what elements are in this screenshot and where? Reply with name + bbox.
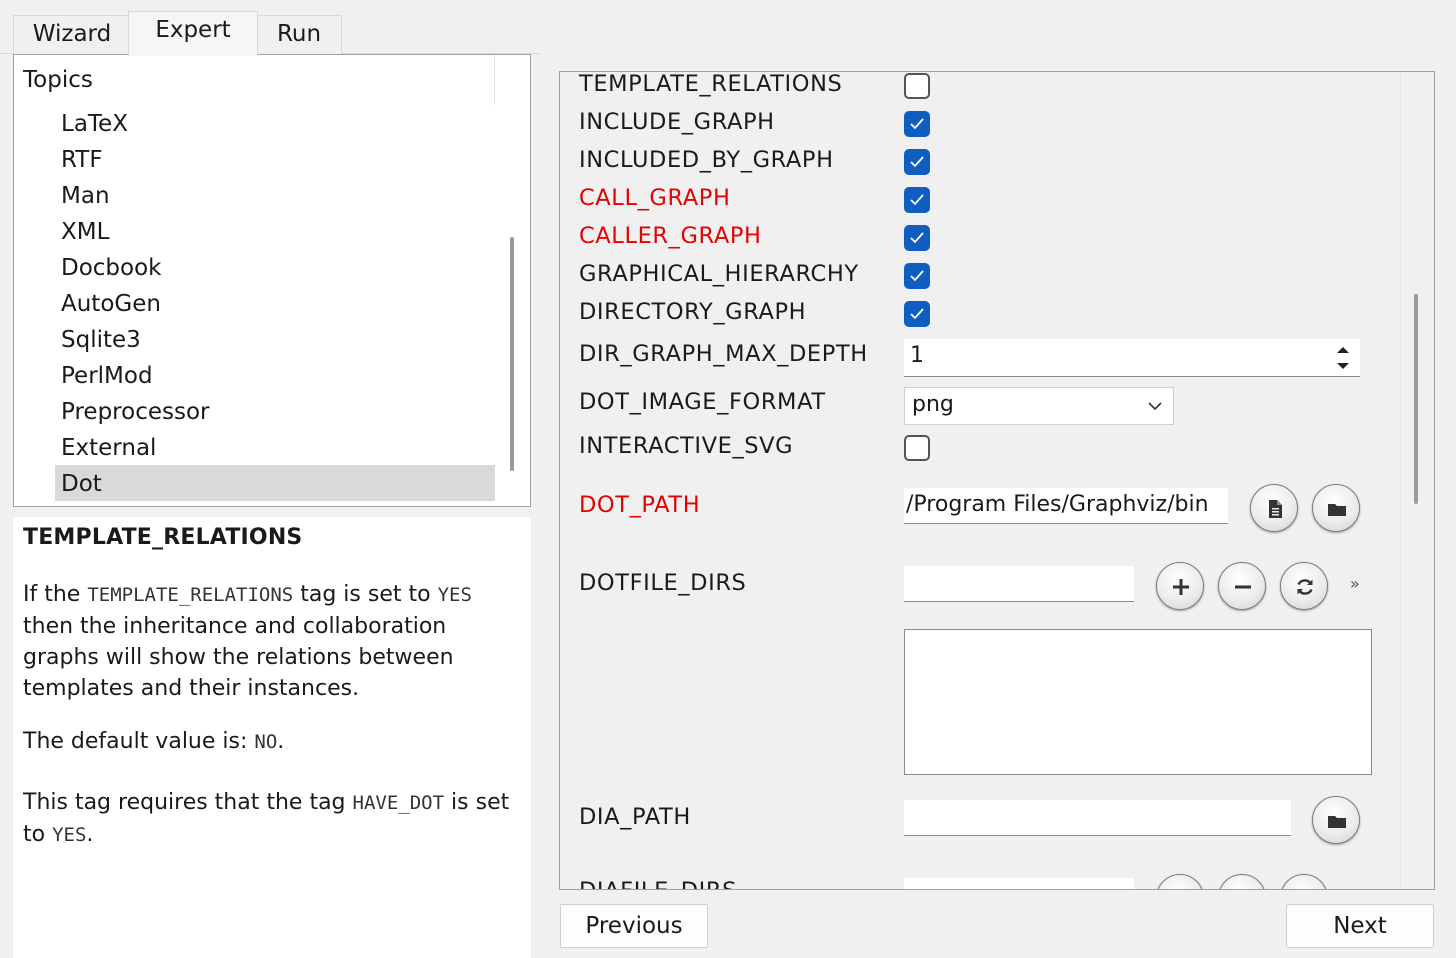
input-diafile-dirs[interactable]: [904, 878, 1134, 889]
topic-item-latex[interactable]: LaTeX: [61, 106, 128, 142]
spinbox-dir-graph-max-depth[interactable]: 1: [904, 339, 1360, 377]
plus-icon: [1173, 579, 1189, 595]
topic-item-preprocessor[interactable]: Preprocessor: [61, 394, 209, 430]
label-diafile-dirs: DIAFILE_DIRS: [579, 878, 737, 889]
code-yes-2: YES: [52, 824, 87, 846]
check-icon: [910, 194, 924, 206]
diafile-refresh-button[interactable]: [1280, 874, 1328, 889]
tab-wizard[interactable]: Wizard: [13, 15, 131, 55]
tab-expert[interactable]: Expert: [128, 11, 258, 56]
spin-arrows-icon[interactable]: [1328, 342, 1358, 374]
checkbox-caller-graph[interactable]: [904, 225, 930, 251]
tab-wizard-label: Wizard: [32, 21, 112, 47]
minus-icon: [1235, 585, 1251, 589]
code-template-relations: TEMPLATE_RELATIONS: [87, 584, 294, 606]
checkbox-include-graph[interactable]: [904, 111, 930, 137]
label-caller-graph: CALLER_GRAPH: [579, 223, 762, 249]
file-browse-button[interactable]: [1250, 484, 1298, 532]
dia-folder-browse-button[interactable]: [1312, 796, 1360, 844]
refresh-icon: [1297, 579, 1313, 595]
topic-item-docbook[interactable]: Docbook: [61, 250, 162, 286]
check-icon: [910, 232, 924, 244]
dropdown-dot-image-format[interactable]: png: [904, 387, 1174, 425]
more-indicator[interactable]: »: [1350, 574, 1360, 593]
checkbox-call-graph[interactable]: [904, 187, 930, 213]
folder-icon: [1328, 504, 1346, 516]
dropdown-value: png: [912, 392, 954, 417]
help-paragraph-2: The default value is: NO.: [23, 729, 285, 754]
tree-scrollbar[interactable]: [510, 237, 514, 471]
label-directory-graph: DIRECTORY_GRAPH: [579, 299, 807, 325]
chevron-down-icon: [1148, 402, 1162, 411]
topic-item-autogen[interactable]: AutoGen: [61, 286, 161, 322]
help-pane: TEMPLATE_RELATIONS If the TEMPLATE_RELAT…: [13, 517, 531, 958]
topic-item-perlmod[interactable]: PerlMod: [61, 358, 153, 394]
previous-button[interactable]: Previous: [560, 904, 708, 948]
topics-tree[interactable]: Topics LaTeX RTF Man XML Docbook AutoGen…: [13, 54, 531, 507]
diafile-remove-button[interactable]: [1218, 874, 1266, 889]
code-yes: YES: [437, 584, 472, 606]
checkbox-template-relations[interactable]: [904, 73, 930, 99]
label-included-by-graph: INCLUDED_BY_GRAPH: [579, 147, 834, 173]
checkbox-graphical-hierarchy[interactable]: [904, 263, 930, 289]
code-no: NO: [254, 731, 278, 753]
settings-scrollbar-thumb[interactable]: [1414, 294, 1418, 504]
help-paragraph-1: If the TEMPLATE_RELATIONS tag is set to …: [23, 582, 472, 701]
next-button-label: Next: [1333, 913, 1387, 939]
topic-item-sqlite3[interactable]: Sqlite3: [61, 322, 141, 358]
help-title: TEMPLATE_RELATIONS: [23, 525, 303, 550]
file-icon: [1269, 500, 1282, 518]
checkbox-interactive-svg[interactable]: [904, 435, 930, 461]
settings-panel: TEMPLATE_RELATIONS INCLUDE_GRAPH INCLUDE…: [559, 71, 1435, 890]
topic-item-xml[interactable]: XML: [61, 214, 109, 250]
checkbox-included-by-graph[interactable]: [904, 149, 930, 175]
label-dotfile-dirs: DOTFILE_DIRS: [579, 570, 747, 596]
check-icon: [910, 118, 924, 130]
topic-item-man[interactable]: Man: [61, 178, 110, 214]
code-have-dot: HAVE_DOT: [352, 792, 445, 814]
topic-item-external[interactable]: External: [61, 430, 156, 466]
tab-run[interactable]: Run: [256, 15, 342, 55]
label-graphical-hierarchy: GRAPHICAL_HIERARCHY: [579, 261, 859, 287]
label-include-graph: INCLUDE_GRAPH: [579, 109, 775, 135]
label-dot-path: DOT_PATH: [579, 492, 701, 518]
check-icon: [910, 270, 924, 282]
label-dot-image-format: DOT_IMAGE_FORMAT: [579, 389, 826, 415]
next-button[interactable]: Next: [1286, 904, 1434, 948]
tab-expert-label: Expert: [155, 17, 231, 43]
topic-item-dot[interactable]: Dot: [61, 466, 102, 502]
previous-button-label: Previous: [585, 913, 683, 939]
topic-item-rtf[interactable]: RTF: [61, 142, 103, 178]
remove-dir-button[interactable]: [1218, 562, 1266, 610]
input-dia-path[interactable]: [904, 800, 1291, 836]
refresh-dir-button[interactable]: [1280, 562, 1328, 610]
spinbox-value: 1: [910, 343, 924, 368]
checkbox-directory-graph[interactable]: [904, 301, 930, 327]
tree-selection-highlight: [55, 465, 495, 501]
check-icon: [910, 308, 924, 320]
folder-icon: [1328, 816, 1346, 828]
input-dot-path[interactable]: /Program Files/Graphviz/bin: [904, 488, 1228, 524]
label-interactive-svg: INTERACTIVE_SVG: [579, 433, 794, 459]
folder-browse-button[interactable]: [1312, 484, 1360, 532]
check-icon: [910, 156, 924, 168]
list-dotfile-dirs[interactable]: [904, 629, 1372, 775]
label-call-graph: CALL_GRAPH: [579, 185, 731, 211]
help-paragraph-3: This tag requires that the tag HAVE_DOT …: [23, 790, 510, 847]
label-template-relations: TEMPLATE_RELATIONS: [579, 71, 843, 97]
tree-header-separator: [494, 55, 495, 105]
tab-run-label: Run: [276, 21, 322, 47]
topics-header: Topics: [23, 67, 93, 93]
label-dia-path: DIA_PATH: [579, 804, 691, 830]
label-dir-graph-max-depth: DIR_GRAPH_MAX_DEPTH: [579, 341, 868, 367]
add-dir-button[interactable]: [1156, 562, 1204, 610]
dot-path-value: /Program Files/Graphviz/bin: [906, 492, 1209, 517]
diafile-add-button[interactable]: [1156, 874, 1204, 889]
input-dotfile-dirs[interactable]: [904, 566, 1134, 602]
